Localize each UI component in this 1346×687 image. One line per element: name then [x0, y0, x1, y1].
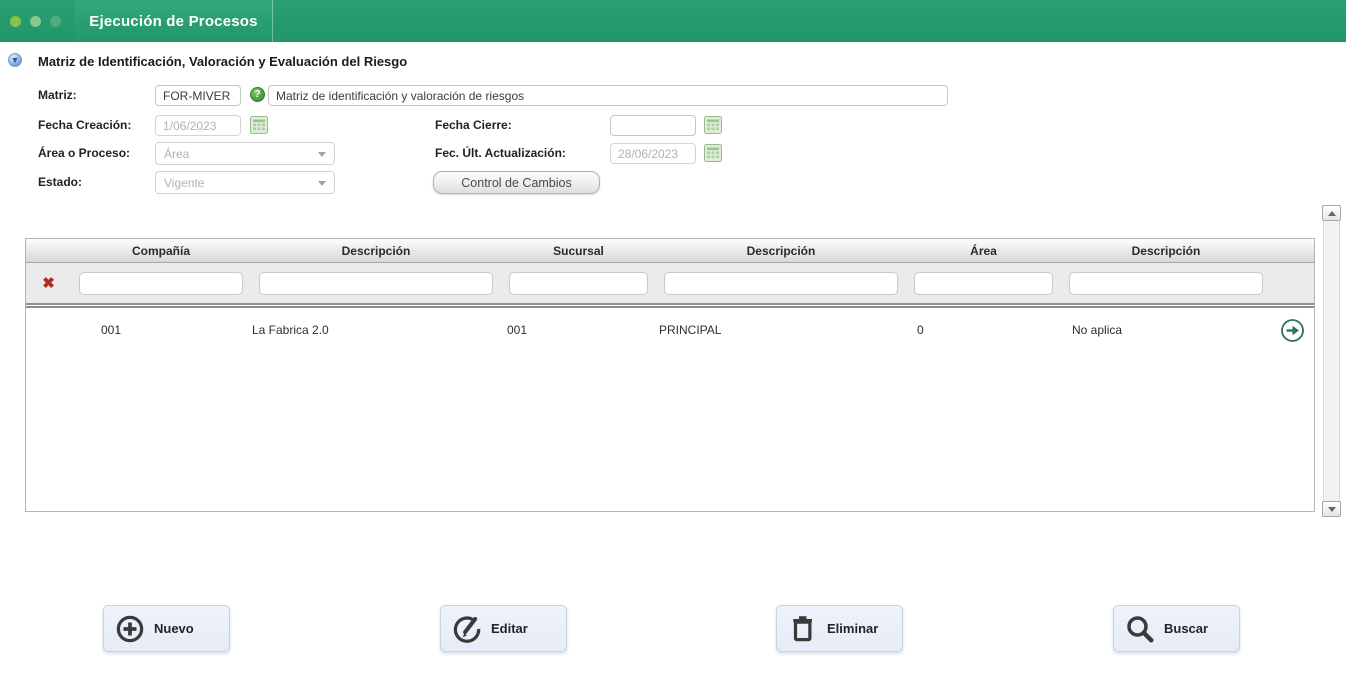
matriz-code-input[interactable] — [155, 85, 241, 106]
app-header: Ejecución de Procesos — [0, 0, 1346, 42]
cell-descripcion-3: No aplica — [1072, 323, 1123, 337]
nuevo-label: Nuevo — [154, 621, 194, 636]
chevron-down-icon — [318, 181, 326, 186]
eliminar-label: Eliminar — [827, 621, 879, 636]
area-o-proceso-value: Área — [164, 146, 190, 161]
col-header-descripcion-3[interactable]: Descripción — [1061, 239, 1271, 262]
cell-descripcion-1: La Fabrica 2.0 — [252, 323, 329, 337]
fecha-creacion-input[interactable] — [155, 115, 241, 136]
edit-pencil-icon — [453, 615, 481, 643]
control-de-cambios-button[interactable]: Control de Cambios — [433, 171, 600, 194]
buscar-label: Buscar — [1164, 621, 1209, 636]
results-grid: Compañía Descripción Sucursal Descripció… — [25, 238, 1315, 512]
window-dots — [10, 0, 61, 42]
filter-input-descripcion-1[interactable] — [259, 271, 493, 295]
open-row-arrow-icon[interactable] — [1271, 318, 1314, 343]
collapse-arrow-icon[interactable]: ▼ — [8, 53, 22, 67]
grid-header-spacer — [1271, 239, 1314, 262]
window-dot-icon — [10, 15, 21, 27]
matriz-label: Matriz: — [38, 88, 77, 102]
estado-value: Vigente — [164, 175, 205, 190]
window-dot-icon — [30, 15, 41, 27]
cell-sucursal: 001 — [507, 323, 528, 337]
grid-filter-row: ✖ — [26, 263, 1314, 303]
trash-icon — [793, 615, 812, 641]
scrollbar-track[interactable] — [1323, 221, 1340, 501]
tab-label: Ejecución de Procesos — [89, 12, 258, 30]
fecha-cierre-label: Fecha Cierre: — [435, 118, 512, 132]
cell-descripcion-2: PRINCIPAL — [659, 323, 722, 337]
estado-select[interactable]: Vigente — [155, 171, 335, 194]
calendar-icon[interactable] — [704, 144, 722, 162]
area-o-proceso-select[interactable]: Área — [155, 142, 335, 165]
tab-ejecucion-de-procesos[interactable]: Ejecución de Procesos — [75, 0, 273, 42]
fecha-cierre-input[interactable] — [610, 115, 696, 136]
grid-header-spacer — [26, 239, 71, 262]
fec-ult-actualizacion-label: Fec. Últ. Actualización: — [435, 146, 566, 160]
control-de-cambios-label: Control de Cambios — [461, 175, 572, 190]
nuevo-button[interactable]: Nuevo — [103, 605, 230, 652]
table-row[interactable]: 001 La Fabrica 2.0 001 PRINCIPAL 0 No ap… — [26, 308, 1314, 352]
page-title: Matriz de Identificación, Valoración y E… — [38, 54, 408, 69]
triangle-down-icon — [1327, 506, 1336, 512]
cell-area: 0 — [917, 323, 924, 337]
help-icon[interactable]: ? — [250, 87, 265, 102]
search-icon — [1127, 615, 1154, 642]
col-header-sucursal[interactable]: Sucursal — [501, 239, 656, 262]
editar-label: Editar — [491, 621, 528, 636]
filter-input-area[interactable] — [914, 271, 1053, 295]
scroll-down-button[interactable] — [1322, 501, 1341, 517]
col-header-compania[interactable]: Compañía — [71, 239, 251, 262]
cell-compania: 001 — [101, 323, 122, 337]
estado-label: Estado: — [38, 175, 83, 189]
filter-input-compania[interactable] — [79, 271, 243, 295]
col-header-area[interactable]: Área — [906, 239, 1061, 262]
filter-input-descripcion-2[interactable] — [664, 271, 898, 295]
matriz-description-input[interactable] — [268, 85, 948, 106]
grid-header-row: Compañía Descripción Sucursal Descripció… — [26, 239, 1314, 263]
col-header-descripcion-1[interactable]: Descripción — [251, 239, 501, 262]
eliminar-button[interactable]: Eliminar — [776, 605, 903, 652]
fecha-creacion-label: Fecha Creación: — [38, 118, 132, 132]
triangle-up-icon — [1327, 210, 1336, 216]
buscar-button[interactable]: Buscar — [1113, 605, 1240, 652]
col-header-descripcion-2[interactable]: Descripción — [656, 239, 906, 262]
plus-circle-icon — [116, 615, 144, 642]
chevron-down-icon — [318, 152, 326, 157]
filter-input-descripcion-3[interactable] — [1069, 271, 1263, 295]
editar-button[interactable]: Editar — [440, 605, 567, 652]
vertical-scrollbar[interactable] — [1322, 205, 1341, 517]
calendar-icon[interactable] — [704, 116, 722, 134]
window-dot-icon — [50, 15, 61, 27]
filter-input-sucursal[interactable] — [509, 271, 648, 295]
calendar-icon[interactable] — [250, 116, 268, 134]
area-o-proceso-label: Área o Proceso: — [38, 146, 131, 160]
clear-filters-icon[interactable]: ✖ — [26, 274, 71, 292]
fec-ult-actualizacion-input[interactable] — [610, 143, 696, 164]
scroll-up-button[interactable] — [1322, 205, 1341, 221]
